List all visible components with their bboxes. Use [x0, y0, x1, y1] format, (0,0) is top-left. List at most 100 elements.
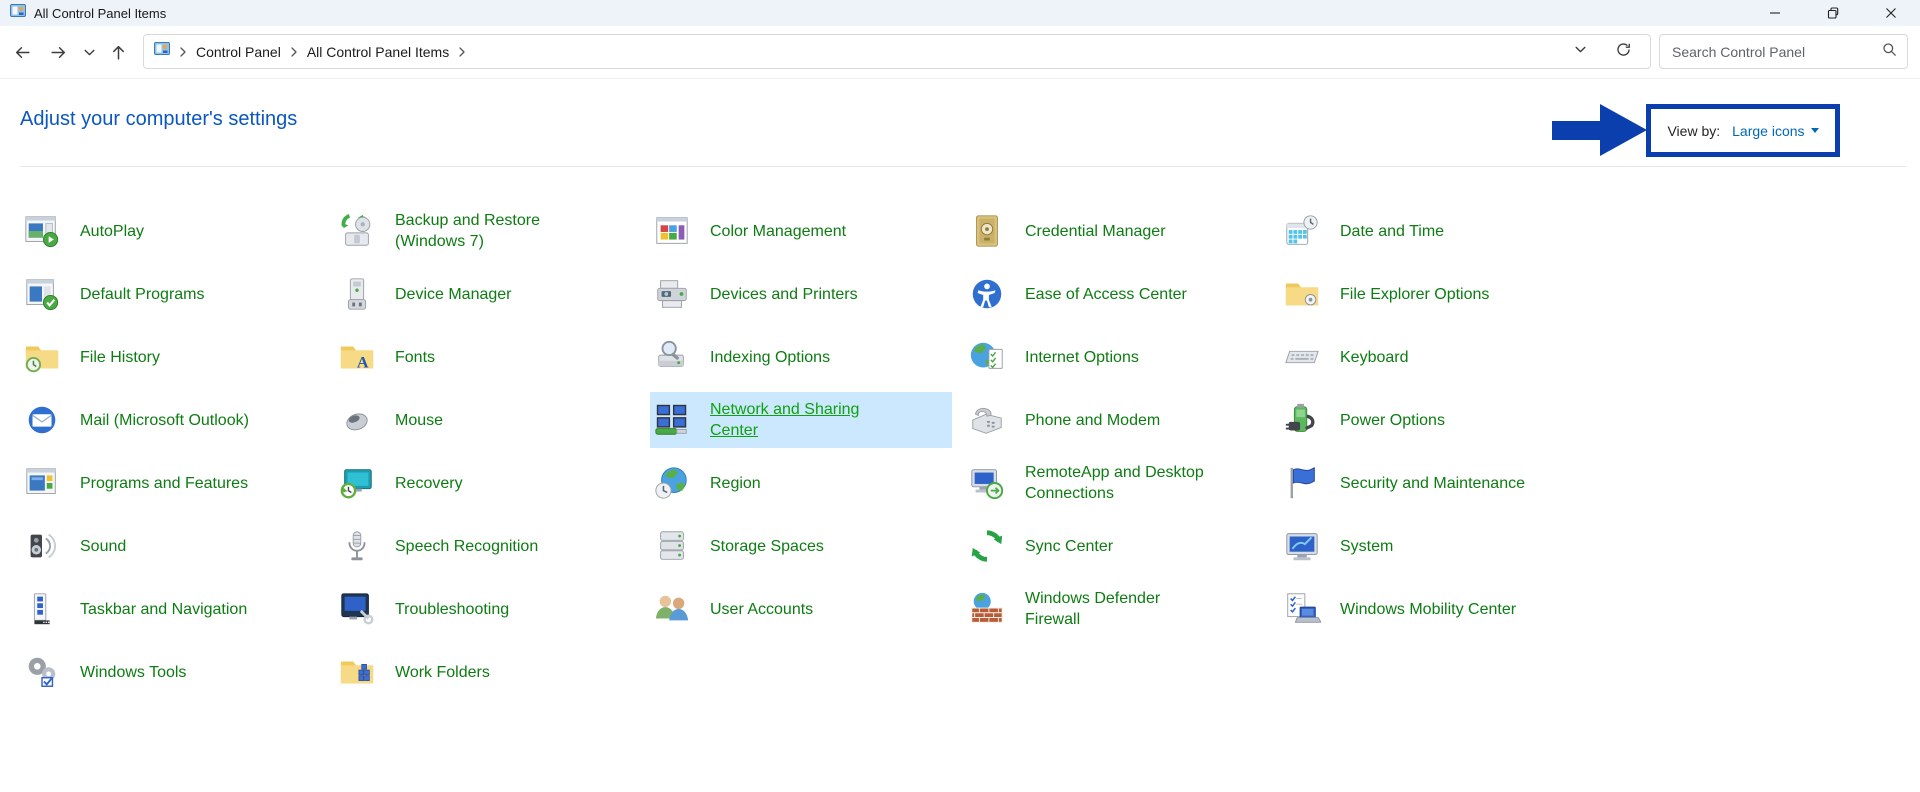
item-taskbar-and-navigation[interactable]: Taskbar and Navigation: [20, 581, 322, 637]
item-system[interactable]: System: [1280, 518, 1582, 574]
item-label: Device Manager: [395, 284, 512, 305]
item-label: Programs and Features: [80, 473, 248, 494]
item-label: System: [1340, 536, 1393, 557]
item-credential-manager[interactable]: Credential Manager: [965, 203, 1267, 259]
item-label: Date and Time: [1340, 221, 1444, 242]
credential-manager-icon: [968, 212, 1006, 250]
item-label: Work Folders: [395, 662, 490, 683]
internet-options-icon: [968, 338, 1006, 376]
item-troubleshooting[interactable]: Troubleshooting: [335, 581, 637, 637]
item-label: Backup and Restore (Windows 7): [395, 210, 540, 252]
item-phone-and-modem[interactable]: Phone and Modem: [965, 392, 1267, 448]
window-controls: [1746, 0, 1920, 26]
item-label: Color Management: [710, 221, 846, 242]
breadcrumb-all-control-panel-items[interactable]: All Control Panel Items: [307, 44, 449, 60]
address-bar[interactable]: Control Panel All Control Panel Items: [143, 34, 1651, 69]
item-windows-mobility-center[interactable]: Windows Mobility Center: [1280, 581, 1582, 637]
item-label: Storage Spaces: [710, 536, 824, 557]
search-input[interactable]: [1670, 43, 1882, 61]
ease-of-access-icon: [968, 275, 1006, 313]
item-date-and-time[interactable]: Date and Time: [1280, 203, 1582, 259]
item-label: File Explorer Options: [1340, 284, 1489, 305]
item-work-folders[interactable]: Work Folders: [335, 644, 637, 700]
item-file-history[interactable]: File History: [20, 329, 322, 385]
device-manager-icon: [338, 275, 376, 313]
item-recovery[interactable]: Recovery: [335, 455, 637, 511]
item-backup-and-restore-windows-7[interactable]: Backup and Restore (Windows 7): [335, 203, 637, 259]
chevron-right-icon: [458, 46, 466, 58]
item-label: Sync Center: [1025, 536, 1113, 557]
item-indexing-options[interactable]: Indexing Options: [650, 329, 952, 385]
indexing-options-icon: [653, 338, 691, 376]
breadcrumb-control-panel[interactable]: Control Panel: [196, 44, 281, 60]
search-box[interactable]: [1659, 34, 1908, 69]
item-sound[interactable]: Sound: [20, 518, 322, 574]
item-label: Credential Manager: [1025, 221, 1166, 242]
sound-icon: [23, 527, 61, 565]
programs-features-icon: [23, 464, 61, 502]
annotation-arrow-icon: [1552, 121, 1605, 140]
item-device-manager[interactable]: Device Manager: [335, 266, 637, 322]
item-sync-center[interactable]: Sync Center: [965, 518, 1267, 574]
item-autoplay[interactable]: AutoPlay: [20, 203, 322, 259]
item-security-and-maintenance[interactable]: Security and Maintenance: [1280, 455, 1582, 511]
taskbar-icon: [23, 590, 61, 628]
item-storage-spaces[interactable]: Storage Spaces: [650, 518, 952, 574]
item-mouse[interactable]: Mouse: [335, 392, 637, 448]
item-remoteapp-and-desktop-connections[interactable]: RemoteApp and Desktop Connections: [965, 455, 1267, 511]
remoteapp-icon: [968, 464, 1006, 502]
backup-restore-icon: [338, 212, 376, 250]
item-programs-and-features[interactable]: Programs and Features: [20, 455, 322, 511]
svg-text:A: A: [357, 354, 369, 371]
item-mail-microsoft-outlook[interactable]: Mail (Microsoft Outlook): [20, 392, 322, 448]
item-user-accounts[interactable]: User Accounts: [650, 581, 952, 637]
item-default-programs[interactable]: Default Programs: [20, 266, 322, 322]
view-by-value: Large icons: [1732, 123, 1804, 139]
mail-icon: [23, 401, 61, 439]
item-ease-of-access-center[interactable]: Ease of Access Center: [965, 266, 1267, 322]
titlebar: All Control Panel Items: [0, 0, 1920, 26]
up-button[interactable]: [104, 38, 132, 66]
item-internet-options[interactable]: Internet Options: [965, 329, 1267, 385]
restore-button[interactable]: [1804, 0, 1862, 26]
troubleshooting-icon: [338, 590, 376, 628]
item-color-management[interactable]: Color Management: [650, 203, 952, 259]
control-panel-icon: [154, 41, 170, 62]
item-region[interactable]: Region: [650, 455, 952, 511]
region-icon: [653, 464, 691, 502]
view-by-control[interactable]: View by: Large icons: [1646, 104, 1840, 157]
refresh-icon[interactable]: [1615, 41, 1632, 63]
item-keyboard[interactable]: Keyboard: [1280, 329, 1582, 385]
windows-tools-icon: [23, 653, 61, 691]
item-label: Troubleshooting: [395, 599, 509, 620]
item-windows-defender-firewall[interactable]: Windows Defender Firewall: [965, 581, 1267, 637]
item-network-and-sharing-center[interactable]: Network and Sharing Center: [650, 392, 952, 448]
close-button[interactable]: [1862, 0, 1920, 26]
item-label: Mail (Microsoft Outlook): [80, 410, 249, 431]
item-label: Phone and Modem: [1025, 410, 1160, 431]
devices-printers-icon: [653, 275, 691, 313]
item-fonts[interactable]: AFonts: [335, 329, 637, 385]
recent-locations-chevron-icon[interactable]: [78, 38, 100, 66]
address-dropdown-chevron-icon[interactable]: [1574, 43, 1587, 61]
mouse-icon: [338, 401, 376, 439]
back-button[interactable]: [8, 38, 36, 66]
control-panel-window: All Control Panel Items: [0, 0, 1920, 792]
keyboard-icon: [1283, 338, 1321, 376]
view-by-dropdown[interactable]: Large icons: [1732, 123, 1818, 139]
item-label: Mouse: [395, 410, 443, 431]
view-by-label: View by:: [1667, 123, 1720, 139]
color-management-icon: [653, 212, 691, 250]
item-power-options[interactable]: Power Options: [1280, 392, 1582, 448]
item-file-explorer-options[interactable]: File Explorer Options: [1280, 266, 1582, 322]
item-windows-tools[interactable]: Windows Tools: [20, 644, 322, 700]
item-label: Speech Recognition: [395, 536, 538, 557]
item-label: Taskbar and Navigation: [80, 599, 247, 620]
item-devices-and-printers[interactable]: Devices and Printers: [650, 266, 952, 322]
item-label: Indexing Options: [710, 347, 830, 368]
minimize-button[interactable]: [1746, 0, 1804, 26]
item-speech-recognition[interactable]: Speech Recognition: [335, 518, 637, 574]
forward-button[interactable]: [44, 38, 72, 66]
item-label: File History: [80, 347, 160, 368]
chevron-right-icon: [179, 46, 187, 58]
